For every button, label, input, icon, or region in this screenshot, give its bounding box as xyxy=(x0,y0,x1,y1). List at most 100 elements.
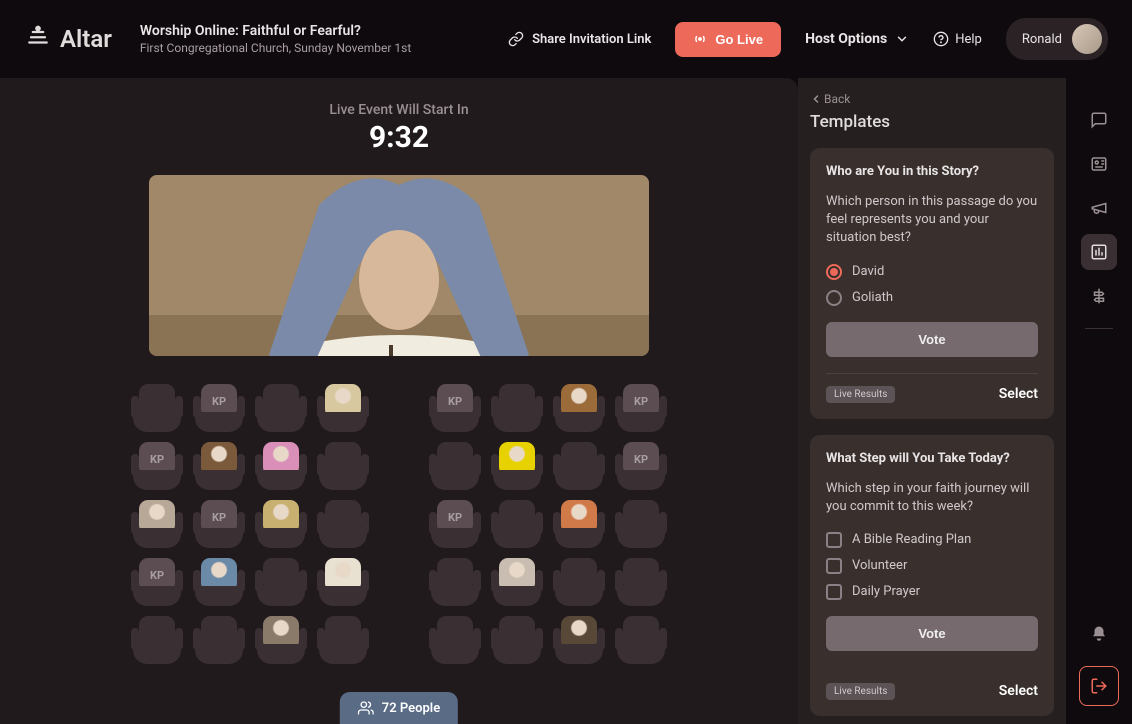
brand-name: Altar xyxy=(60,25,112,53)
seat[interactable] xyxy=(555,442,603,490)
signpost-icon xyxy=(1090,287,1108,305)
go-live-label: Go Live xyxy=(715,32,763,47)
panel-title: Templates xyxy=(810,112,1054,132)
checkbox-option[interactable]: A Bible Reading Plan xyxy=(826,532,1038,548)
seat[interactable] xyxy=(617,616,665,664)
vote-button[interactable]: Vote xyxy=(826,616,1038,651)
seat[interactable] xyxy=(493,558,541,606)
select-button[interactable]: Select xyxy=(999,683,1038,699)
poll-template-card: Who are You in this Story?Which person i… xyxy=(810,148,1054,419)
seat[interactable] xyxy=(257,558,305,606)
seat[interactable] xyxy=(555,384,603,432)
seat[interactable] xyxy=(257,616,305,664)
select-button[interactable]: Select xyxy=(999,386,1038,402)
guide-tab[interactable] xyxy=(1081,278,1117,314)
live-results-badge: Live Results xyxy=(826,386,895,403)
profile-tab[interactable] xyxy=(1081,146,1117,182)
seat[interactable]: KP xyxy=(133,442,181,490)
poll-tab[interactable] xyxy=(1081,234,1117,270)
go-live-button[interactable]: Go Live xyxy=(675,22,781,57)
event-title: Worship Online: Faithful or Fearful? xyxy=(140,23,492,39)
seat[interactable]: KP xyxy=(195,500,243,548)
logo[interactable]: Altar xyxy=(24,25,112,53)
seat[interactable] xyxy=(555,558,603,606)
user-name: Ronald xyxy=(1022,32,1062,47)
option-label: Volunteer xyxy=(852,558,907,573)
seat[interactable] xyxy=(555,616,603,664)
seat-grid: KP KP KP KP KP KP KP KP xyxy=(133,384,665,724)
link-icon xyxy=(508,31,524,47)
share-label: Share Invitation Link xyxy=(532,32,651,47)
broadcast-icon xyxy=(693,32,707,46)
seat[interactable] xyxy=(319,558,367,606)
seat[interactable] xyxy=(617,500,665,548)
seat[interactable]: KP xyxy=(431,500,479,548)
seat[interactable]: KP xyxy=(195,384,243,432)
radio-option[interactable]: David xyxy=(826,264,1038,280)
announce-tab[interactable] xyxy=(1081,190,1117,226)
live-results-badge: Live Results xyxy=(826,683,895,700)
seat[interactable] xyxy=(493,500,541,548)
seat[interactable] xyxy=(257,384,305,432)
back-button[interactable]: Back xyxy=(810,92,1054,106)
host-options-label: Host Options xyxy=(805,31,887,47)
poll-template-card: What Step will You Take Today? Which step… xyxy=(810,435,1054,716)
checkbox-icon xyxy=(826,532,842,548)
back-label: Back xyxy=(824,92,850,106)
radio-option[interactable]: Goliath xyxy=(826,290,1038,306)
poll-icon xyxy=(1090,243,1108,261)
seat[interactable]: KP xyxy=(431,384,479,432)
seat[interactable] xyxy=(431,616,479,664)
seat[interactable] xyxy=(195,442,243,490)
seat[interactable] xyxy=(133,384,181,432)
countdown-time: 9:32 xyxy=(369,120,429,155)
help-icon xyxy=(933,31,949,47)
event-info: Worship Online: Faithful or Fearful? Fir… xyxy=(140,23,492,55)
checkbox-icon xyxy=(826,584,842,600)
checkbox-option[interactable]: Daily Prayer xyxy=(826,584,1038,600)
seat[interactable] xyxy=(133,616,181,664)
templates-panel: Back Templates Who are You in this Story… xyxy=(798,78,1066,724)
seat[interactable] xyxy=(319,616,367,664)
video-preview[interactable] xyxy=(149,175,649,356)
template-title: What Step will You Take Today? xyxy=(826,451,1038,466)
seat[interactable]: KP xyxy=(133,558,181,606)
people-count-badge[interactable]: 72 People xyxy=(340,692,458,724)
seat[interactable] xyxy=(319,500,367,548)
host-options-dropdown[interactable]: Host Options xyxy=(805,31,909,47)
exit-button[interactable] xyxy=(1079,666,1119,706)
option-label: Daily Prayer xyxy=(852,584,920,599)
seat[interactable] xyxy=(431,558,479,606)
seat[interactable] xyxy=(319,384,367,432)
checkbox-option[interactable]: Volunteer xyxy=(826,558,1038,574)
people-count-label: 72 People xyxy=(382,701,440,716)
avatar xyxy=(1072,24,1102,54)
seat[interactable] xyxy=(195,558,243,606)
seat[interactable] xyxy=(493,442,541,490)
vote-button[interactable]: Vote xyxy=(826,322,1038,357)
chat-icon xyxy=(1090,111,1108,129)
seat[interactable] xyxy=(555,500,603,548)
seat[interactable] xyxy=(431,442,479,490)
seat[interactable] xyxy=(319,442,367,490)
seat[interactable] xyxy=(195,616,243,664)
seat[interactable]: KP xyxy=(617,384,665,432)
seat[interactable] xyxy=(493,616,541,664)
seat[interactable] xyxy=(257,442,305,490)
radio-icon xyxy=(826,290,842,306)
notifications-button[interactable] xyxy=(1081,616,1117,652)
stage: Live Event Will Start In 9:32 KPKPKPKPKP… xyxy=(0,78,798,724)
chevron-left-icon xyxy=(810,93,822,105)
help-link[interactable]: Help xyxy=(933,31,982,47)
template-question: Which step in your faith journey will yo… xyxy=(826,480,1038,516)
people-icon xyxy=(358,700,374,716)
seat[interactable] xyxy=(257,500,305,548)
seat[interactable] xyxy=(133,500,181,548)
seat[interactable] xyxy=(493,384,541,432)
chat-tab[interactable] xyxy=(1081,102,1117,138)
share-invitation-link[interactable]: Share Invitation Link xyxy=(508,31,651,47)
seat[interactable] xyxy=(617,558,665,606)
checkbox-icon xyxy=(826,558,842,574)
user-menu[interactable]: Ronald xyxy=(1006,18,1108,60)
seat[interactable]: KP xyxy=(617,442,665,490)
